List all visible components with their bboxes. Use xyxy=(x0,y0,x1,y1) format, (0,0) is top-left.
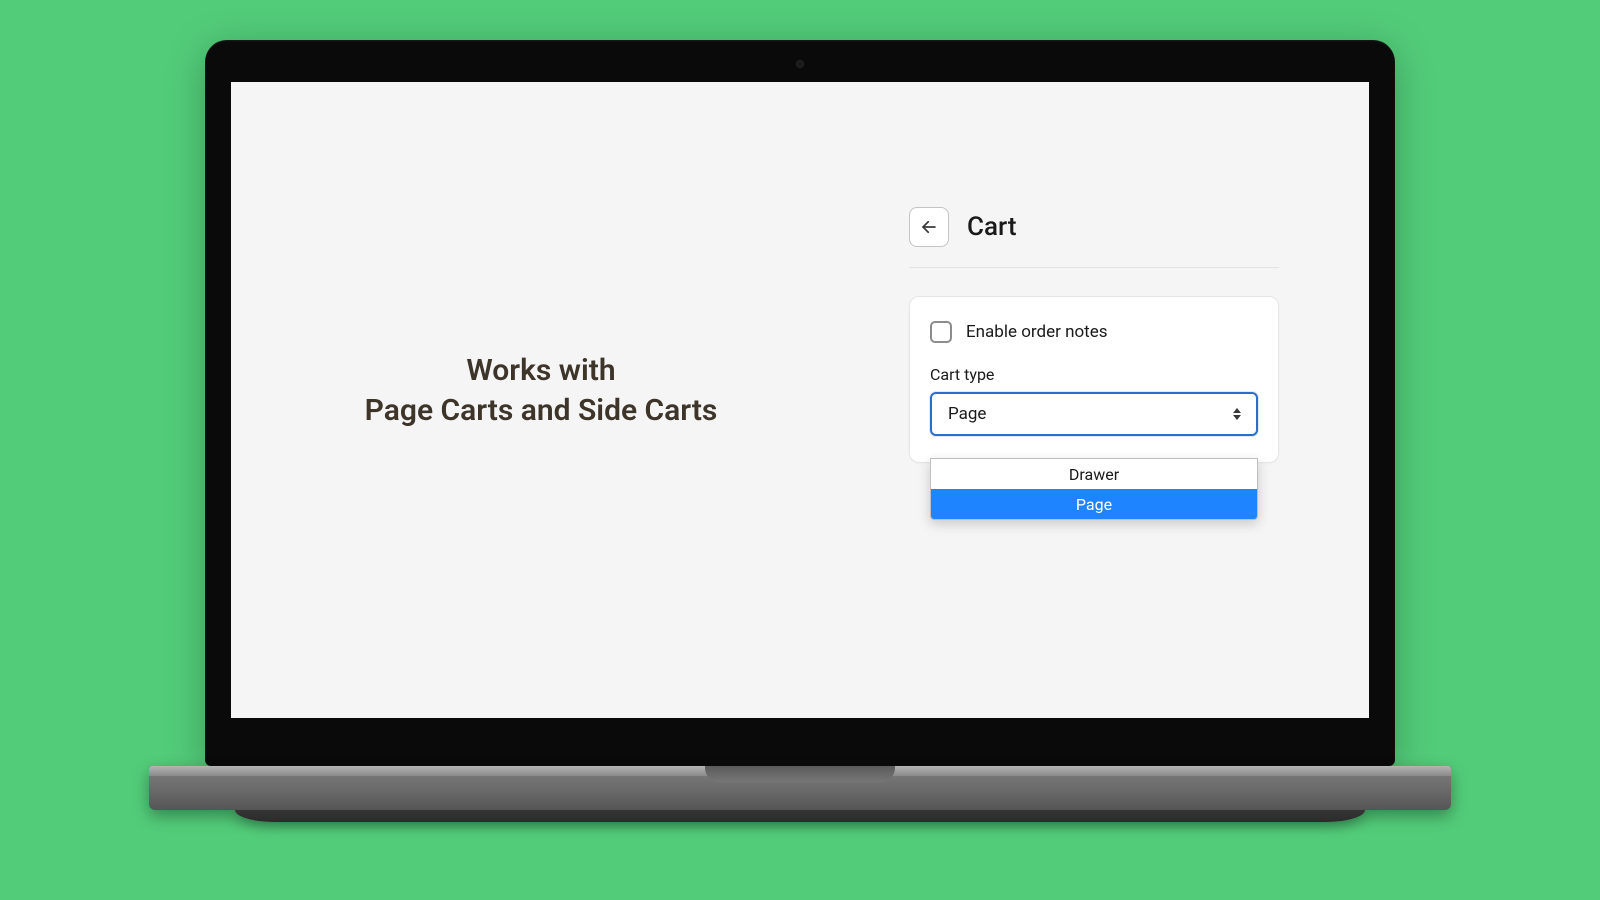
select-stepper-icon xyxy=(1230,408,1244,420)
enable-order-notes-label: Enable order notes xyxy=(966,322,1108,342)
screen: Works with Page Carts and Side Carts Car… xyxy=(231,82,1369,718)
tagline-line-2: Page Carts and Side Carts xyxy=(301,392,781,430)
panel-header: Cart xyxy=(909,207,1279,268)
cart-type-value: Page xyxy=(948,404,986,424)
enable-order-notes-checkbox[interactable] xyxy=(930,321,952,343)
laptop-foot xyxy=(235,810,1365,822)
camera-dot xyxy=(796,60,804,68)
marketing-tagline: Works with Page Carts and Side Carts xyxy=(301,352,781,429)
settings-card: Enable order notes Cart type Page Drawer… xyxy=(909,296,1279,463)
arrow-left-icon xyxy=(920,218,938,236)
option-page[interactable]: Page xyxy=(931,489,1257,519)
cart-type-label: Cart type xyxy=(930,365,1258,384)
tagline-line-1: Works with xyxy=(301,352,781,390)
laptop-notch xyxy=(705,766,895,782)
screen-bezel: Works with Page Carts and Side Carts Car… xyxy=(205,40,1395,766)
panel-title: Cart xyxy=(967,212,1016,242)
enable-order-notes-row: Enable order notes xyxy=(930,321,1258,343)
laptop-base xyxy=(149,766,1451,810)
cart-type-dropdown: Drawer Page xyxy=(930,458,1258,520)
back-button[interactable] xyxy=(909,207,949,247)
cart-settings-panel: Cart Enable order notes Cart type Page xyxy=(909,207,1279,463)
laptop-mockup: Works with Page Carts and Side Carts Car… xyxy=(205,40,1395,822)
cart-type-select[interactable]: Page xyxy=(930,392,1258,436)
option-drawer[interactable]: Drawer xyxy=(931,459,1257,489)
